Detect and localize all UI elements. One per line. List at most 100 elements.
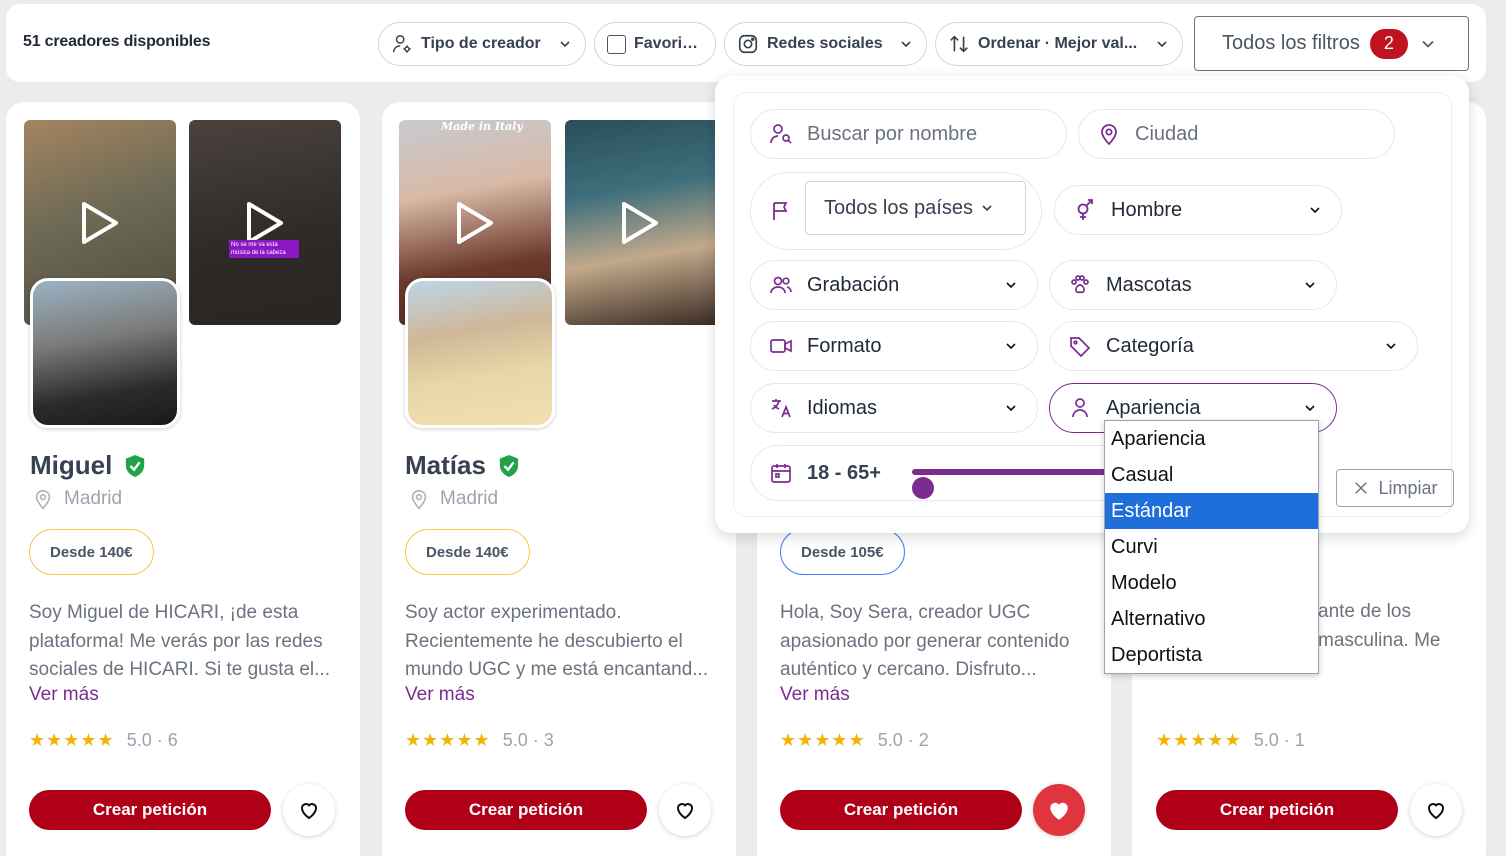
play-icon[interactable]: [620, 200, 660, 246]
all-filters-button[interactable]: Todos los filtros 2: [1194, 16, 1469, 71]
create-request-button[interactable]: Crear petición: [780, 790, 1022, 830]
age-range-track[interactable]: [912, 469, 1112, 475]
chevron-down-icon: [1386, 343, 1396, 350]
video-camera-icon: [770, 339, 792, 353]
see-more-link[interactable]: Ver más: [780, 684, 850, 706]
age-range-handle[interactable]: [912, 477, 934, 499]
heart-icon: [1427, 803, 1445, 820]
social-networks-filter[interactable]: Redes sociales: [724, 22, 927, 66]
appearance-option[interactable]: Curvi: [1105, 529, 1318, 565]
active-filters-badge: 2: [1369, 28, 1408, 59]
chevron-down-icon: [1006, 282, 1016, 289]
recording-select[interactable]: Grabación: [750, 260, 1038, 310]
location-pin-icon: [411, 489, 427, 510]
avatar[interactable]: [30, 278, 180, 428]
rating-value: 5.0 · 1: [1253, 730, 1305, 750]
favorites-filter[interactable]: Favoritos: [594, 22, 716, 66]
filter-bar: 51 creadores disponibles Tipo de creador…: [6, 4, 1486, 82]
sort-icon: [950, 35, 968, 53]
chevron-down-icon: [1006, 343, 1016, 350]
all-filters-label: Todos los filtros: [1222, 32, 1360, 54]
creator-name-row: Matías: [405, 450, 520, 481]
rating: ★★★★★ 5.0 · 6: [29, 730, 178, 751]
creator-city: Madrid: [408, 488, 498, 510]
city-placeholder: Ciudad: [1135, 122, 1199, 145]
chevron-down-icon: [1006, 405, 1016, 412]
appearance-option[interactable]: Deportista: [1105, 637, 1318, 673]
category-select[interactable]: Categoría: [1049, 321, 1418, 371]
rating-stars: ★★★★★: [1156, 730, 1242, 750]
country-value: Todos los países: [824, 196, 973, 219]
tags-icon: [1070, 337, 1091, 358]
user-gear-icon: [393, 35, 411, 53]
video-caption: Made in Italy: [441, 120, 523, 133]
checkbox-icon[interactable]: [607, 34, 626, 54]
country-field: Todos los países: [750, 172, 1042, 250]
creator-description: Hola, Soy Sera, creador UGC apasionado p…: [780, 602, 1070, 680]
chevron-down-icon: [560, 41, 570, 48]
appearance-option-selected[interactable]: Estándar: [1105, 493, 1318, 529]
city-label: Madrid: [64, 488, 123, 509]
format-select[interactable]: Formato: [750, 321, 1038, 371]
play-icon[interactable]: [455, 200, 495, 246]
appearance-value: Apariencia: [1106, 396, 1201, 419]
play-icon[interactable]: [80, 200, 120, 246]
avatar[interactable]: [405, 278, 555, 428]
appearance-option[interactable]: Casual: [1105, 457, 1318, 493]
rating-stars: ★★★★★: [405, 730, 491, 750]
search-name-placeholder: Buscar por nombre: [807, 122, 978, 145]
creator-type-filter[interactable]: Tipo de creador: [378, 22, 586, 66]
favorite-button[interactable]: [283, 784, 335, 836]
search-name-input[interactable]: Buscar por nombre: [750, 109, 1067, 159]
translate-icon: [771, 399, 791, 418]
chevron-down-icon: [901, 41, 911, 48]
video-thumbnail[interactable]: No se me va esta música de la cabeza: [189, 120, 341, 325]
user-icon: [1072, 398, 1088, 418]
creators-count: 51 creadores disponibles: [23, 33, 211, 50]
favorite-button[interactable]: [1033, 784, 1085, 836]
appearance-option[interactable]: Alternativo: [1105, 601, 1318, 637]
play-icon[interactable]: [245, 200, 285, 246]
create-request-button[interactable]: Crear petición: [405, 790, 647, 830]
paw-icon: [1071, 275, 1089, 294]
creator-card: No se me va esta música de la cabeza Mig…: [6, 102, 360, 856]
creator-type-label: Tipo de creador: [421, 35, 541, 52]
verified-shield-icon: [499, 454, 519, 477]
heart-filled-icon: [1050, 802, 1068, 820]
users-icon: [770, 276, 792, 294]
heart-icon: [676, 803, 694, 820]
rating-stars: ★★★★★: [29, 730, 115, 750]
video-thumbnail[interactable]: [565, 120, 715, 325]
pets-select[interactable]: Mascotas: [1049, 260, 1337, 310]
rating-stars: ★★★★★: [780, 730, 866, 750]
see-more-link[interactable]: Ver más: [405, 684, 475, 706]
close-icon: [1355, 482, 1368, 494]
price-badge: Desde 105€: [780, 529, 905, 575]
country-select[interactable]: Todos los países: [805, 181, 1026, 235]
rating-value: 5.0 · 2: [877, 730, 929, 750]
favorite-button[interactable]: [1410, 784, 1462, 836]
creator-description-fragment: ante de los: [1318, 601, 1411, 622]
city-input[interactable]: Ciudad: [1078, 109, 1395, 159]
chevron-down-icon: [1305, 282, 1315, 289]
appearance-option[interactable]: Modelo: [1105, 565, 1318, 601]
creator-name: Miguel: [30, 450, 113, 480]
languages-select[interactable]: Idiomas: [750, 383, 1038, 433]
gender-select[interactable]: Hombre: [1054, 185, 1342, 235]
creator-description: Soy Miguel de HICARI, ¡de esta plataform…: [29, 602, 330, 680]
clear-filters-button[interactable]: Limpiar: [1336, 469, 1454, 507]
price-badge: Desde 140€: [29, 529, 154, 575]
clear-label: Limpiar: [1378, 477, 1438, 498]
chevron-down-icon: [1305, 405, 1315, 412]
heart-icon: [300, 803, 318, 820]
recording-value: Grabación: [807, 273, 900, 296]
create-request-button[interactable]: Crear petición: [29, 790, 271, 830]
creator-name: Matías: [405, 450, 486, 480]
appearance-option[interactable]: Apariencia: [1105, 421, 1318, 457]
favorite-button[interactable]: [659, 784, 711, 836]
rating-value: 5.0 · 6: [126, 730, 178, 750]
sort-label: Ordenar · Mejor val...: [978, 35, 1138, 52]
see-more-link[interactable]: Ver más: [29, 684, 99, 706]
create-request-button[interactable]: Crear petición: [1156, 790, 1398, 830]
sort-filter[interactable]: Ordenar · Mejor val...: [935, 22, 1183, 66]
